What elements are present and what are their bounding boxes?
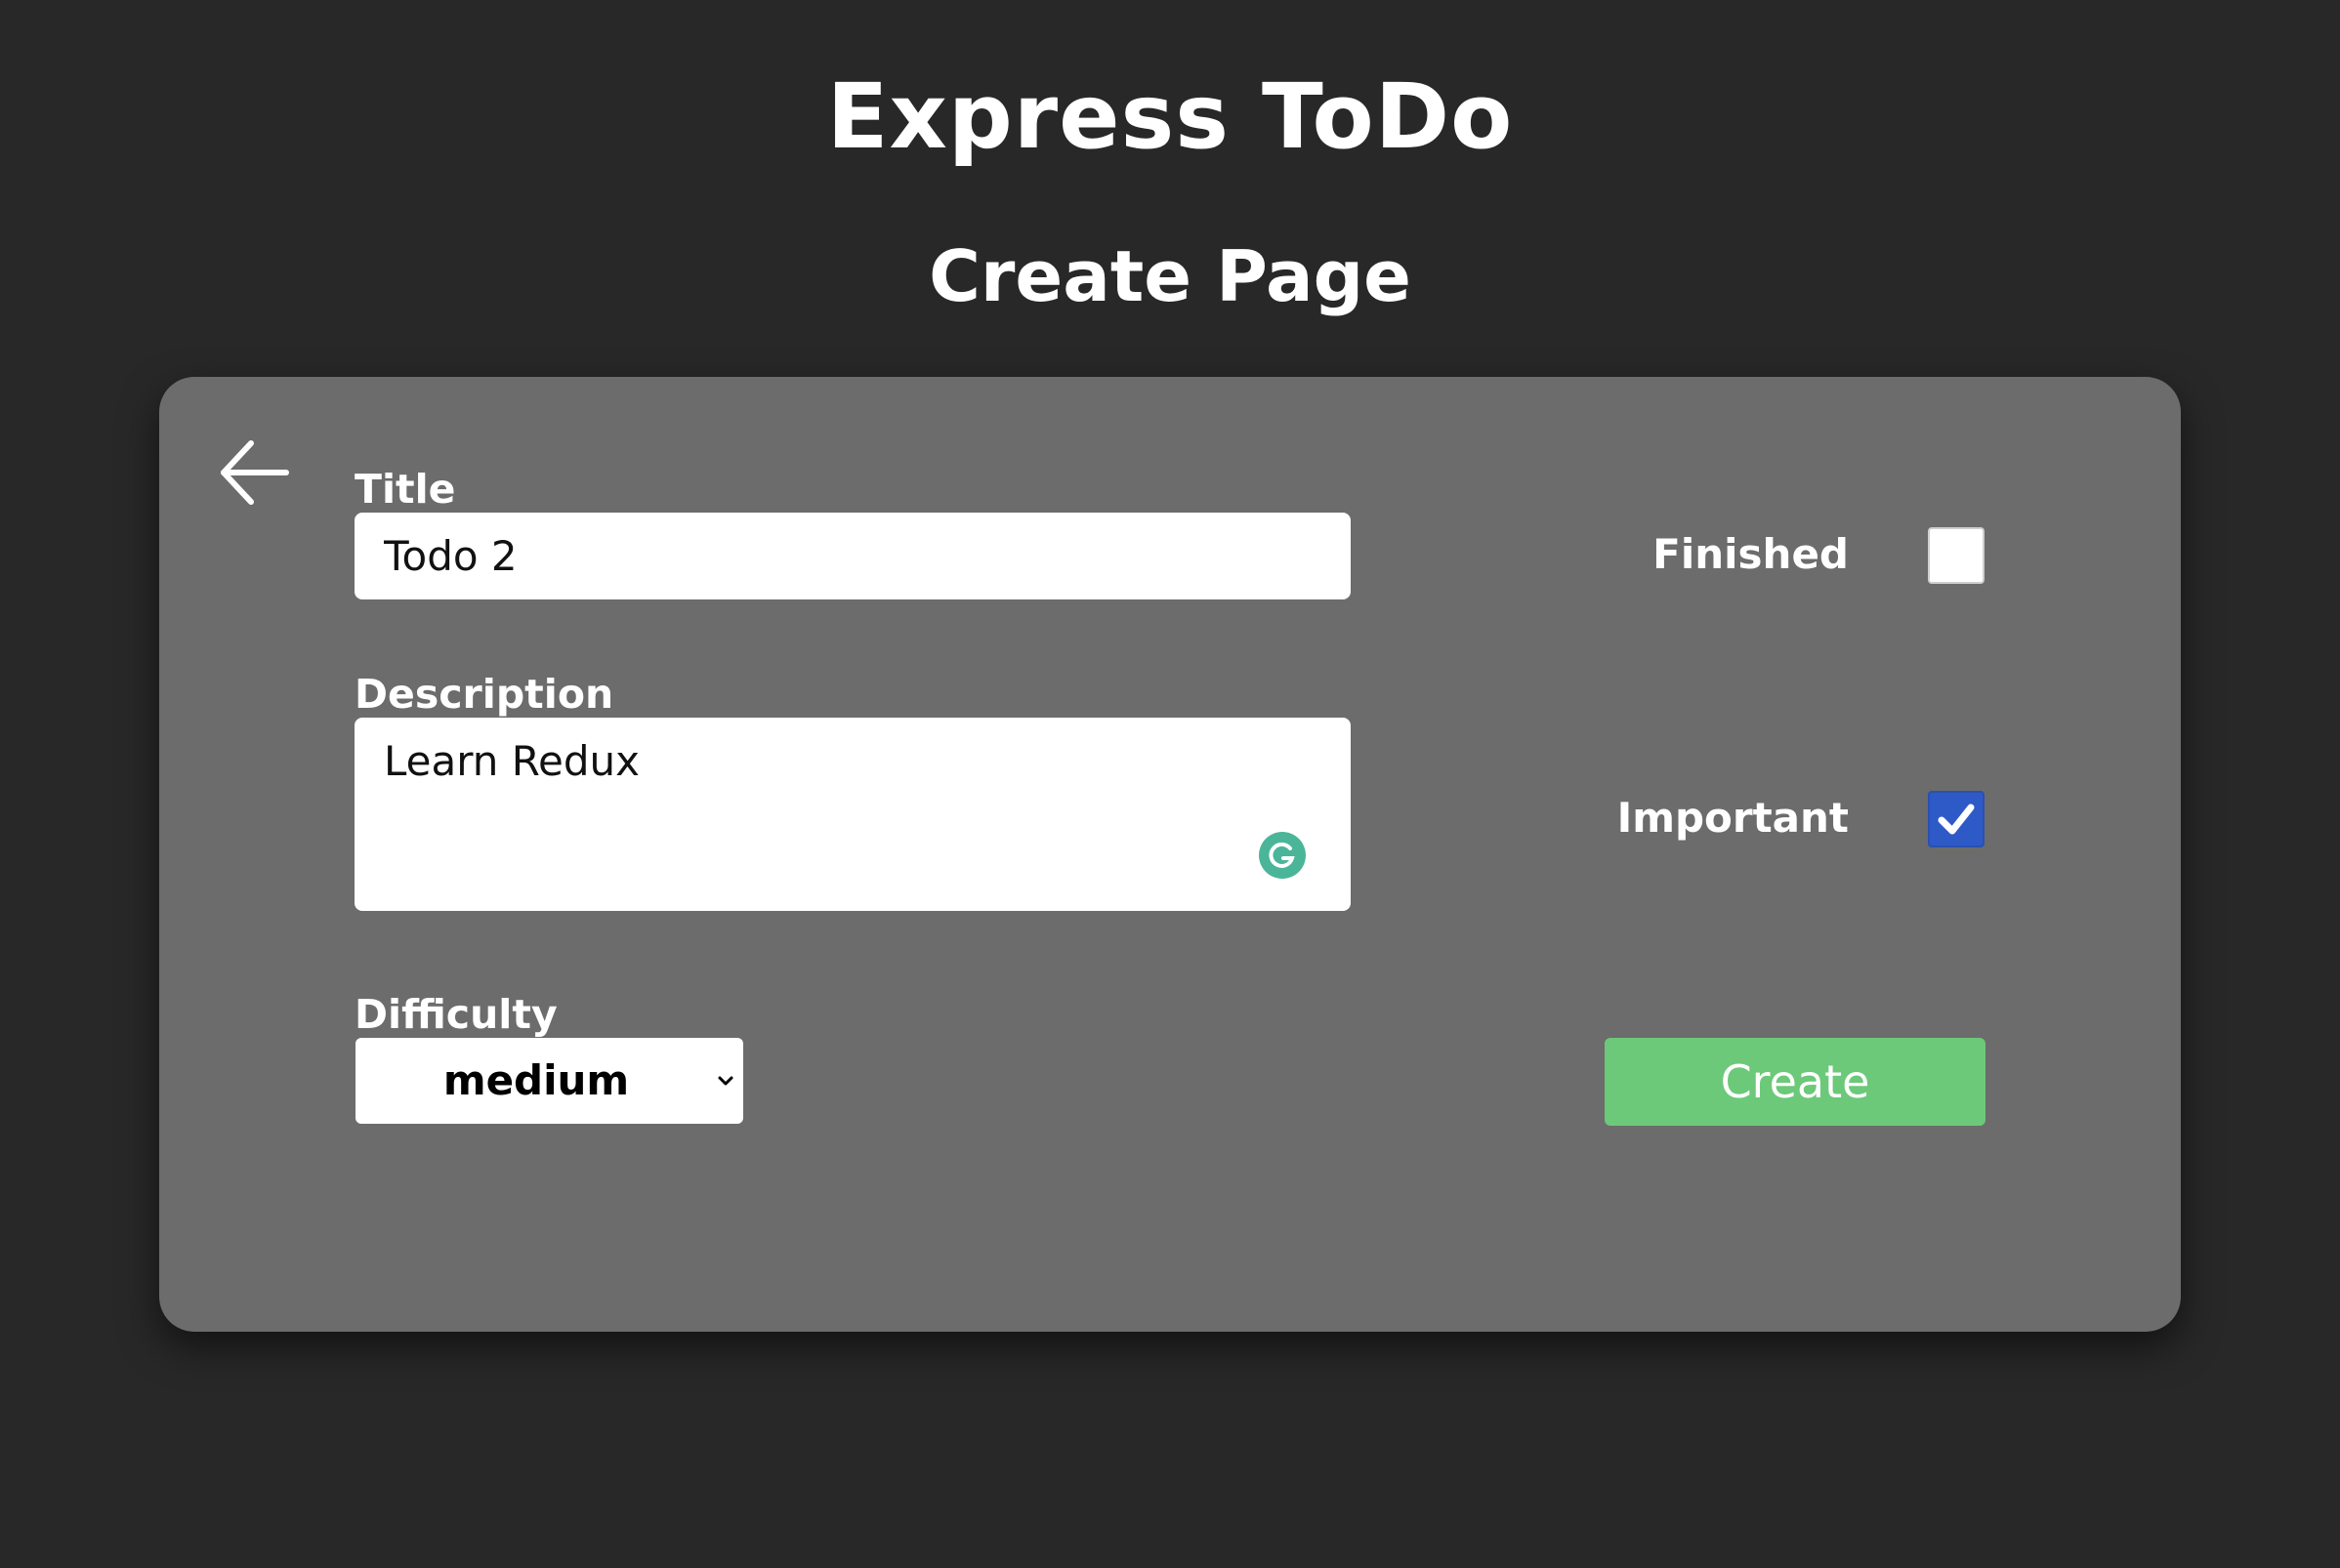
difficulty-label: Difficulty [355,991,558,1038]
chevron-down-icon [714,1069,737,1093]
page-title: Create Page [929,235,1411,317]
description-input[interactable]: Learn Redux [355,718,1351,911]
grammarly-g-glyph [1269,842,1295,868]
important-checkbox[interactable] [1928,791,1985,847]
create-form-card: Title Description Learn Redux Difficulty… [159,377,2181,1332]
back-button[interactable] [216,433,294,512]
grammarly-icon[interactable] [1259,832,1306,879]
finished-label: Finished [1652,530,1849,578]
difficulty-selected-value: medium [442,1056,630,1104]
finished-checkbox[interactable] [1928,527,1985,584]
difficulty-select[interactable]: medium [355,1038,743,1124]
title-label: Title [355,466,456,513]
app-title: Express ToDo [826,64,1514,169]
create-button[interactable]: Create [1605,1038,1985,1126]
arrow-left-icon [221,440,289,505]
title-input[interactable] [355,513,1351,599]
important-label: Important [1616,794,1849,842]
checkmark-icon [1938,804,1975,835]
description-label: Description [355,671,614,718]
